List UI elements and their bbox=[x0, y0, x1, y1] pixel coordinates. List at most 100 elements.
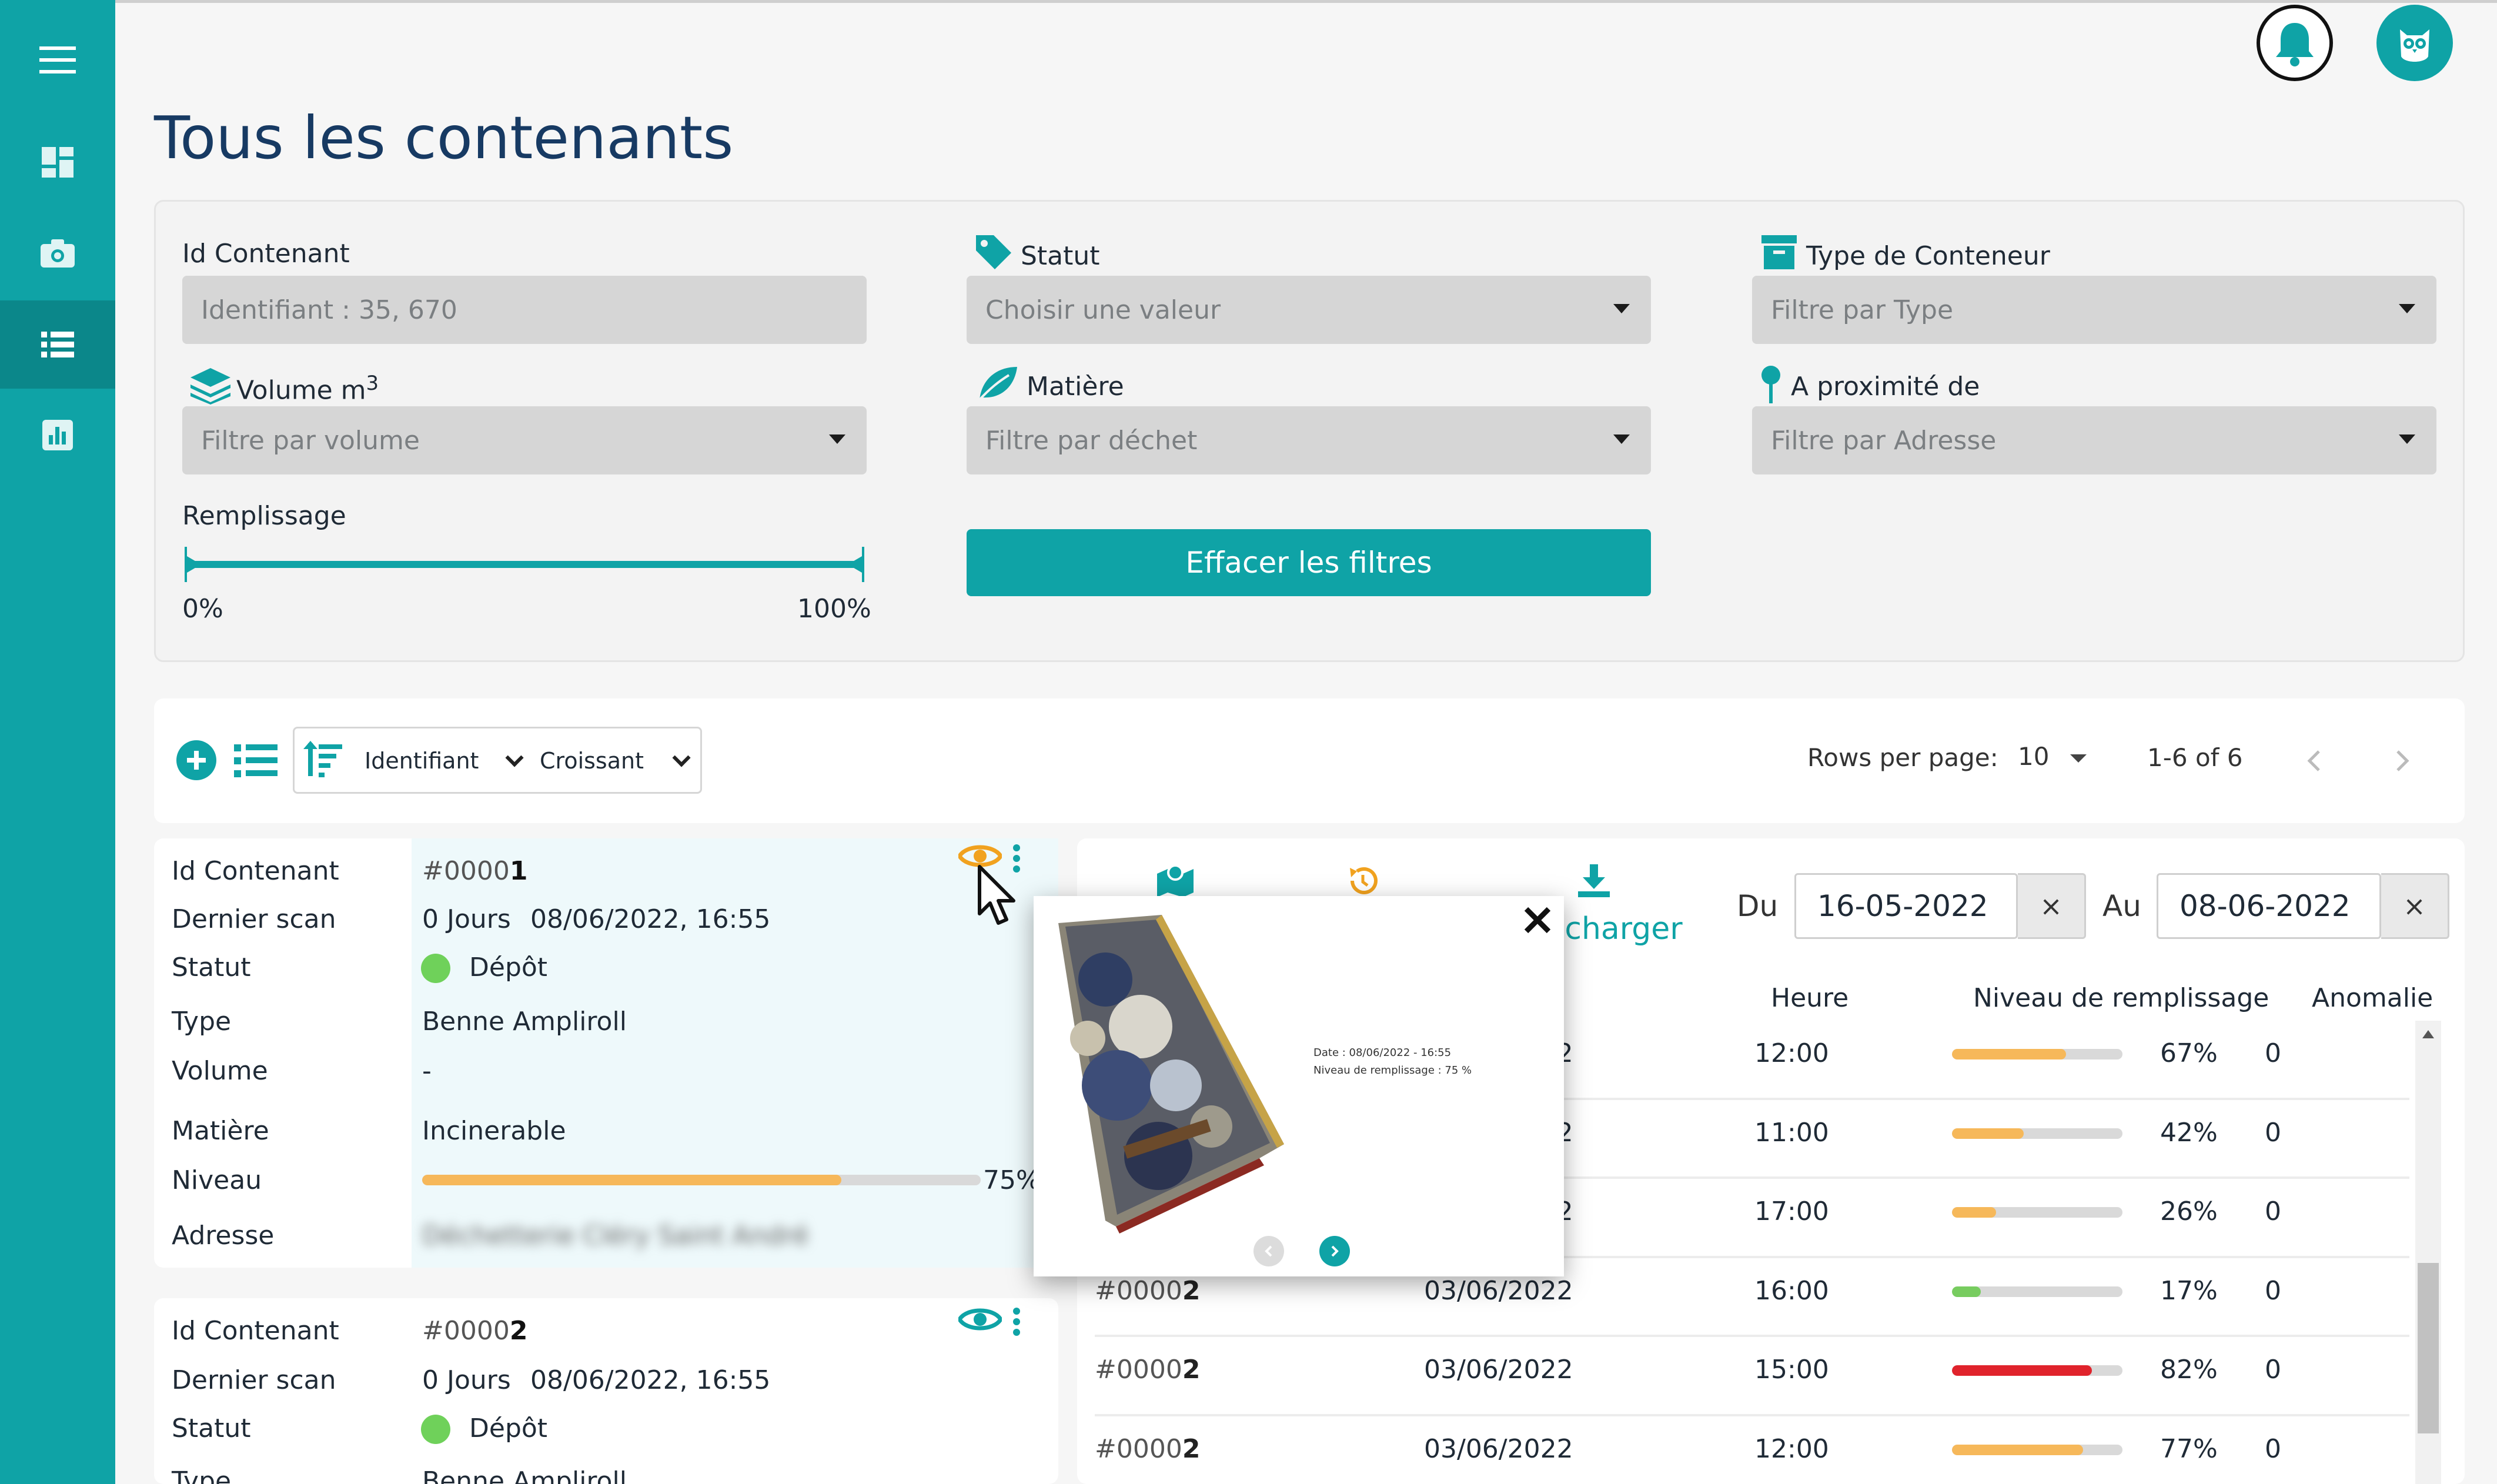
close-icon[interactable] bbox=[1522, 904, 1553, 938]
next-image-button[interactable] bbox=[1319, 1236, 1350, 1266]
proximite-placeholder: Filtre par Adresse bbox=[1771, 425, 1997, 456]
slider-max-handle[interactable] bbox=[847, 547, 867, 584]
column-header-niveau[interactable]: Niveau de remplissage bbox=[1973, 983, 2269, 1013]
add-icon[interactable] bbox=[176, 740, 216, 780]
row-pct: 42% bbox=[2160, 1117, 2218, 1148]
card-id-prefix: #0000 bbox=[422, 856, 510, 886]
sort-field-select[interactable]: Identifiant bbox=[365, 748, 524, 774]
chevron-down-icon bbox=[1613, 434, 1630, 444]
scrollbar-thumb[interactable] bbox=[2418, 1263, 2439, 1433]
history-icon[interactable] bbox=[1346, 864, 1379, 900]
volume-label: Volume m3 bbox=[236, 372, 379, 406]
row-anomalie: 0 bbox=[2265, 1433, 2281, 1464]
owl-avatar-icon[interactable] bbox=[2376, 5, 2453, 81]
matiere-select[interactable]: Filtre par déchet bbox=[967, 406, 1651, 474]
clear-filters-button[interactable]: Effacer les filtres bbox=[967, 529, 1651, 596]
row-anomalie: 0 bbox=[2265, 1117, 2281, 1148]
column-header-anomalie[interactable]: Anomalie bbox=[2312, 983, 2433, 1013]
matiere-label: Matière bbox=[1027, 372, 1124, 402]
card-matiere-value: Incinerable bbox=[422, 1116, 566, 1146]
date-to-input[interactable]: 08-06-2022 bbox=[2157, 873, 2381, 939]
remplissage-slider-track[interactable] bbox=[187, 561, 863, 568]
du-label: Du bbox=[1737, 889, 1779, 923]
scan-preview-popup: Date : 08/06/2022 - 16:55 Niveau de remp… bbox=[1034, 896, 1564, 1276]
page-title: Tous les contenants bbox=[154, 103, 734, 172]
archive-icon bbox=[1761, 235, 1797, 272]
card-id-value: #00001 bbox=[422, 856, 527, 886]
statut-select[interactable]: Choisir une valeur bbox=[967, 276, 1651, 344]
row-heure: 17:00 bbox=[1754, 1196, 1829, 1226]
row-date: 03/06/2022 bbox=[1424, 1275, 1573, 1306]
date-to-clear[interactable]: × bbox=[2381, 873, 2449, 939]
card-niveau-value: 75% bbox=[983, 1165, 1041, 1195]
container-photo bbox=[1052, 909, 1288, 1238]
table-row[interactable]: #00002 03/06/2022 12:00 77% 0 bbox=[1095, 1416, 2409, 1484]
slider-min-handle[interactable] bbox=[182, 547, 202, 584]
list-icon[interactable] bbox=[0, 300, 115, 389]
chevron-down-icon bbox=[1613, 304, 1630, 313]
row-level-fill bbox=[1952, 1365, 2092, 1376]
next-page-icon[interactable] bbox=[2394, 749, 2412, 775]
proximite-select[interactable]: Filtre par Adresse bbox=[1752, 406, 2436, 474]
row-level-fill bbox=[1952, 1128, 2024, 1139]
row-id-prefix: #0000 bbox=[1095, 1275, 1182, 1306]
card-scan-date: 08/06/2022, 16:55 bbox=[530, 904, 771, 934]
chevron-down-icon bbox=[2399, 304, 2415, 313]
row-pct: 77% bbox=[2160, 1433, 2218, 1464]
rows-per-page-select[interactable]: 10 bbox=[2018, 742, 2087, 771]
popup-niveau: Niveau de remplissage : 75 % bbox=[1313, 1064, 1472, 1077]
dashboard-icon[interactable] bbox=[0, 118, 115, 206]
popup-date: Date : 08/06/2022 - 16:55 bbox=[1313, 1047, 1452, 1059]
date-from-clear[interactable]: × bbox=[2018, 873, 2086, 939]
volume-unit-exponent: 3 bbox=[366, 372, 379, 395]
statut-dot bbox=[421, 954, 450, 983]
pin-icon bbox=[1759, 365, 1783, 407]
table-scrollbar[interactable] bbox=[2415, 1021, 2441, 1484]
row-id: #00002 bbox=[1095, 1434, 1200, 1464]
au-label: Au bbox=[2102, 889, 2141, 923]
card-matiere-label: Matière bbox=[172, 1116, 269, 1146]
camera-icon[interactable] bbox=[0, 209, 115, 297]
matiere-placeholder: Filtre par déchet bbox=[985, 425, 1198, 456]
bell-icon[interactable] bbox=[2257, 5, 2333, 81]
column-header-heure[interactable]: Heure bbox=[1771, 983, 1848, 1013]
rows-per-page-value: 10 bbox=[2018, 742, 2050, 771]
menu-icon[interactable] bbox=[0, 16, 115, 104]
card-id-number: 1 bbox=[509, 856, 528, 886]
cursor-icon bbox=[976, 864, 1023, 931]
id-contenant-input[interactable]: Identifiant : 35, 670 bbox=[182, 276, 867, 344]
row-anomalie: 0 bbox=[2265, 1355, 2281, 1385]
card-highlight bbox=[412, 838, 1058, 1268]
more-options-icon[interactable] bbox=[1012, 1308, 1021, 1341]
row-date: 03/06/2022 bbox=[1424, 1433, 1573, 1464]
card-adresse-value: Déchetterie Cléry Saint André bbox=[422, 1221, 809, 1251]
date-from-input[interactable]: 16-05-2022 bbox=[1794, 873, 2018, 939]
row-id-number: 2 bbox=[1182, 1355, 1201, 1385]
row-level-fill bbox=[1952, 1286, 1981, 1297]
eye-icon[interactable] bbox=[957, 1304, 1004, 1337]
download-icon[interactable] bbox=[1578, 864, 1610, 900]
sort-icon[interactable] bbox=[303, 741, 342, 780]
chart-icon[interactable] bbox=[0, 391, 115, 479]
row-id: #00002 bbox=[1095, 1355, 1200, 1385]
date-from-value: 16-05-2022 bbox=[1817, 889, 1988, 923]
card-scan-days: 0 Jours bbox=[422, 904, 511, 934]
prev-page-icon[interactable] bbox=[2305, 749, 2322, 775]
row-pct: 82% bbox=[2160, 1355, 2218, 1385]
type-conteneur-select[interactable]: Filtre par Type bbox=[1752, 276, 2436, 344]
sort-order-select[interactable]: Croissant bbox=[540, 748, 691, 774]
map-icon[interactable] bbox=[1156, 864, 1195, 900]
statut-label: Statut bbox=[1021, 241, 1100, 271]
row-level-bar bbox=[1952, 1207, 2122, 1218]
row-id-number: 2 bbox=[1182, 1433, 1201, 1464]
pagination-range: 1-6 of 6 bbox=[2147, 743, 2243, 772]
card-niveau-label: Niveau bbox=[172, 1165, 262, 1195]
table-row[interactable]: #00002 03/06/2022 15:00 82% 0 bbox=[1095, 1337, 2409, 1416]
row-pct: 26% bbox=[2160, 1196, 2218, 1226]
type-conteneur-placeholder: Filtre par Type bbox=[1771, 295, 1954, 325]
card-scan-days: 0 Jours bbox=[422, 1365, 511, 1395]
volume-select[interactable]: Filtre par volume bbox=[182, 406, 867, 474]
row-level-bar bbox=[1952, 1444, 2122, 1455]
prev-image-button[interactable] bbox=[1253, 1236, 1284, 1266]
list-view-icon[interactable] bbox=[234, 744, 278, 780]
